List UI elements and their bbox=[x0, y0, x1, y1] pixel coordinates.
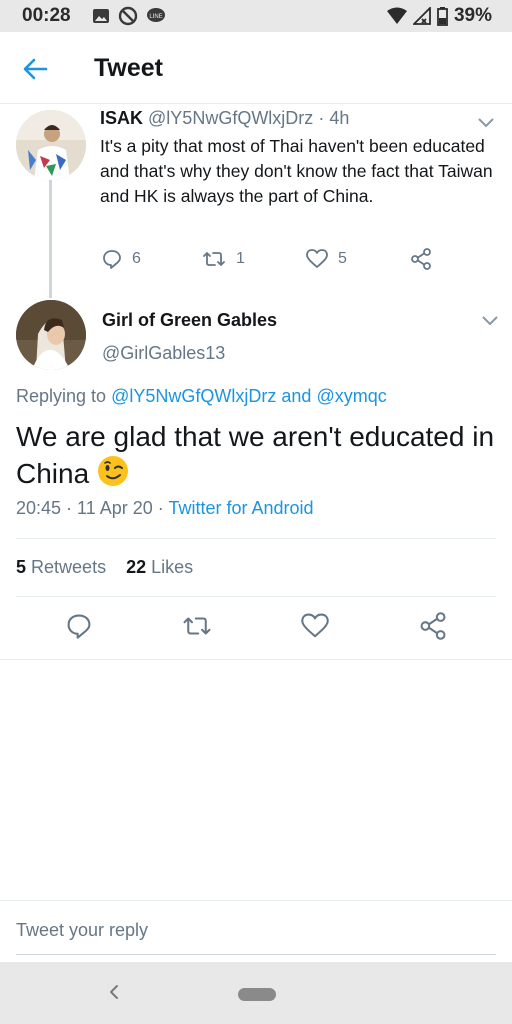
like-count: 5 bbox=[338, 250, 347, 267]
tweet-timestamp: 20:45 · 11 Apr 20 · bbox=[16, 498, 164, 518]
notification-icons: LINE bbox=[92, 6, 166, 26]
replying-to: Replying to @lY5NwGfQWlxjDrz and @xymqc bbox=[16, 386, 387, 407]
line-app-icon: LINE bbox=[147, 8, 165, 22]
svg-text:LINE: LINE bbox=[149, 14, 162, 20]
parent-tweet-header: ISAK @lY5NwGfQWlxjDrz · 4h bbox=[100, 108, 349, 129]
likes-stat[interactable]: 22 Likes bbox=[126, 557, 193, 577]
reply-action[interactable]: 6 bbox=[102, 249, 202, 269]
share-icon bbox=[420, 612, 446, 640]
reply-count: 6 bbox=[132, 250, 141, 267]
system-icons: 39% bbox=[386, 5, 492, 27]
chevron-down-icon[interactable] bbox=[476, 112, 496, 132]
app-header: Tweet bbox=[0, 32, 512, 104]
reply-input[interactable]: Tweet your reply bbox=[16, 920, 148, 941]
tweet-source-link[interactable]: Twitter for Android bbox=[168, 498, 313, 518]
wifi-icon bbox=[386, 7, 407, 24]
retweet-icon bbox=[183, 617, 211, 635]
author-handle[interactable]: @GirlGables13 bbox=[102, 343, 225, 364]
parent-tweet[interactable]: ISAK @lY5NwGfQWlxjDrz · 4h It's a pity t… bbox=[0, 104, 512, 284]
battery-icon bbox=[437, 6, 448, 26]
page-title: Tweet bbox=[94, 54, 163, 82]
tweet-body: We are glad that we aren't educated in C… bbox=[16, 418, 496, 492]
reply-icon bbox=[103, 250, 121, 269]
tweet-age: · 4h bbox=[318, 108, 350, 128]
like-action[interactable]: 5 bbox=[306, 249, 410, 269]
battery-percent: 39% bbox=[453, 5, 492, 26]
author-name[interactable]: ISAK bbox=[100, 108, 143, 128]
reply-input-underline bbox=[16, 954, 496, 955]
reply-icon bbox=[67, 614, 91, 639]
replying-prefix: Replying to bbox=[16, 386, 107, 406]
tweet-text: It's a pity that most of Thai haven't be… bbox=[100, 136, 493, 206]
status-time: 00:28 bbox=[22, 5, 71, 26]
retweet-icon bbox=[203, 252, 225, 266]
system-nav-bar bbox=[0, 962, 512, 1024]
image-icon bbox=[93, 9, 109, 23]
status-bar: 00:28 LINE 39% bbox=[0, 0, 512, 32]
avatar[interactable] bbox=[16, 110, 86, 180]
divider bbox=[0, 900, 512, 901]
main-tweet-actions bbox=[0, 612, 512, 640]
winking-face-icon bbox=[97, 456, 128, 486]
author-handle[interactable]: @lY5NwGfQWlxjDrz bbox=[148, 108, 313, 128]
share-action[interactable] bbox=[410, 248, 432, 270]
tweet-meta: 20:45 · 11 Apr 20 · Twitter for Android bbox=[16, 498, 314, 519]
replying-user-link[interactable]: @xymqc bbox=[316, 386, 386, 406]
engagement-stats: 5 Retweets 22 Likes bbox=[16, 557, 193, 578]
retweet-action[interactable]: 1 bbox=[202, 249, 306, 269]
reply-button[interactable] bbox=[49, 613, 109, 639]
retweet-button[interactable] bbox=[167, 613, 227, 639]
divider bbox=[16, 538, 496, 539]
divider bbox=[16, 596, 496, 597]
nav-home-pill[interactable] bbox=[238, 988, 276, 1001]
heart-icon bbox=[306, 249, 328, 268]
share-button[interactable] bbox=[403, 612, 463, 640]
replying-and: and bbox=[281, 386, 312, 406]
back-arrow-icon[interactable] bbox=[20, 54, 50, 84]
divider bbox=[0, 659, 512, 660]
heart-icon bbox=[301, 613, 329, 638]
like-button[interactable] bbox=[285, 613, 345, 639]
avatar[interactable] bbox=[16, 300, 86, 370]
signal-icon bbox=[412, 7, 431, 25]
tweet-text: We are glad that we aren't educated in C… bbox=[16, 421, 495, 489]
parent-tweet-actions: 6 1 5 bbox=[102, 248, 432, 270]
retweet-count: 1 bbox=[236, 250, 245, 267]
no-disturb-icon bbox=[118, 6, 138, 26]
nav-back-icon[interactable] bbox=[104, 982, 124, 1002]
share-icon bbox=[411, 248, 431, 270]
replying-user-link[interactable]: @lY5NwGfQWlxjDrz bbox=[111, 386, 276, 406]
chevron-down-icon[interactable] bbox=[480, 310, 500, 330]
author-name[interactable]: Girl of Green Gables bbox=[102, 310, 277, 331]
retweets-stat[interactable]: 5 Retweets bbox=[16, 557, 106, 577]
